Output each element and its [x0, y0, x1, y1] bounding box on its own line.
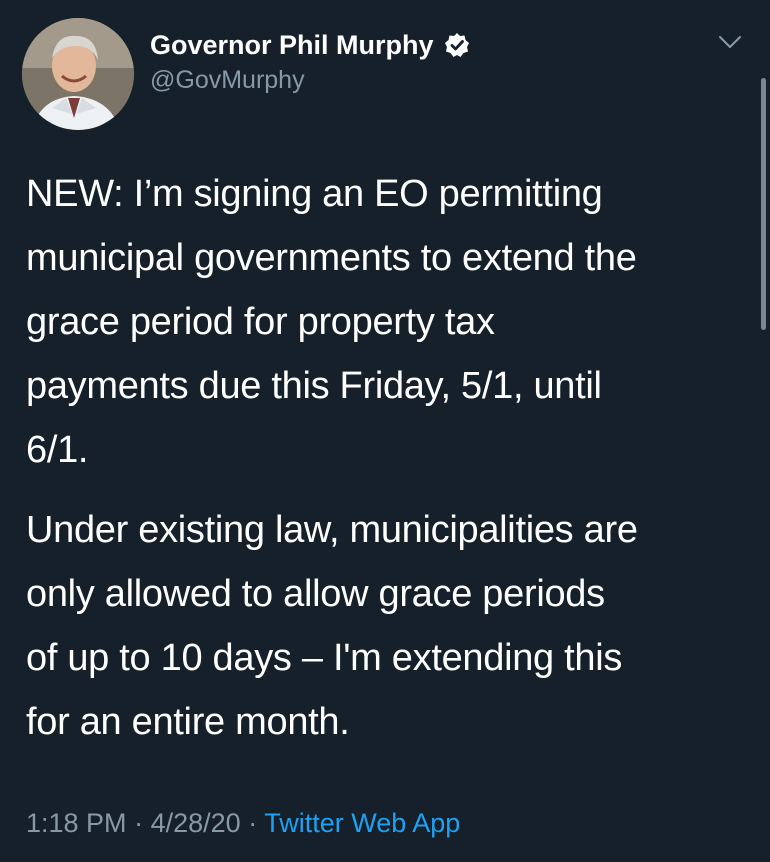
tweet-line: Under existing law, municipalities are: [26, 509, 638, 551]
tweet: Governor Phil Murphy @GovMurphy NEW: I’m…: [0, 0, 770, 862]
avatar[interactable]: [22, 18, 134, 130]
chevron-down-icon[interactable]: [716, 31, 744, 53]
tweet-line: municipal governments to extend the: [26, 237, 637, 279]
tweet-line: grace period for property tax: [26, 301, 495, 343]
profile-photo: [22, 18, 134, 130]
tweet-paragraph: Under existing law, municipalities are o…: [26, 498, 756, 754]
tweet-date[interactable]: 4/28/20: [151, 808, 241, 838]
tweet-paragraph: NEW: I’m signing an EO permitting munici…: [26, 162, 756, 482]
tweet-time[interactable]: 1:18 PM: [26, 808, 127, 838]
author-handle[interactable]: @GovMurphy: [150, 66, 305, 95]
tweet-line: of up to 10 days – I'm extending this: [26, 637, 623, 679]
tweet-line: 6/1.: [26, 429, 89, 471]
verified-badge-icon: [444, 32, 470, 58]
tweet-line: only allowed to allow grace periods: [26, 573, 605, 615]
meta-separator: ·: [134, 808, 144, 838]
tweet-line: NEW: I’m signing an EO permitting: [26, 173, 603, 215]
author-display-name[interactable]: Governor Phil Murphy: [150, 30, 434, 61]
tweet-source-link[interactable]: Twitter Web App: [264, 808, 460, 838]
meta-separator: ·: [248, 808, 258, 838]
author-name-row: Governor Phil Murphy: [150, 28, 470, 62]
tweet-meta: 1:18 PM · 4/28/20 · Twitter Web App: [26, 808, 460, 839]
scrollbar[interactable]: [761, 78, 766, 330]
tweet-text: NEW: I’m signing an EO permitting munici…: [26, 162, 756, 754]
tweet-line: for an entire month.: [26, 701, 350, 743]
tweet-line: payments due this Friday, 5/1, until: [26, 365, 602, 407]
